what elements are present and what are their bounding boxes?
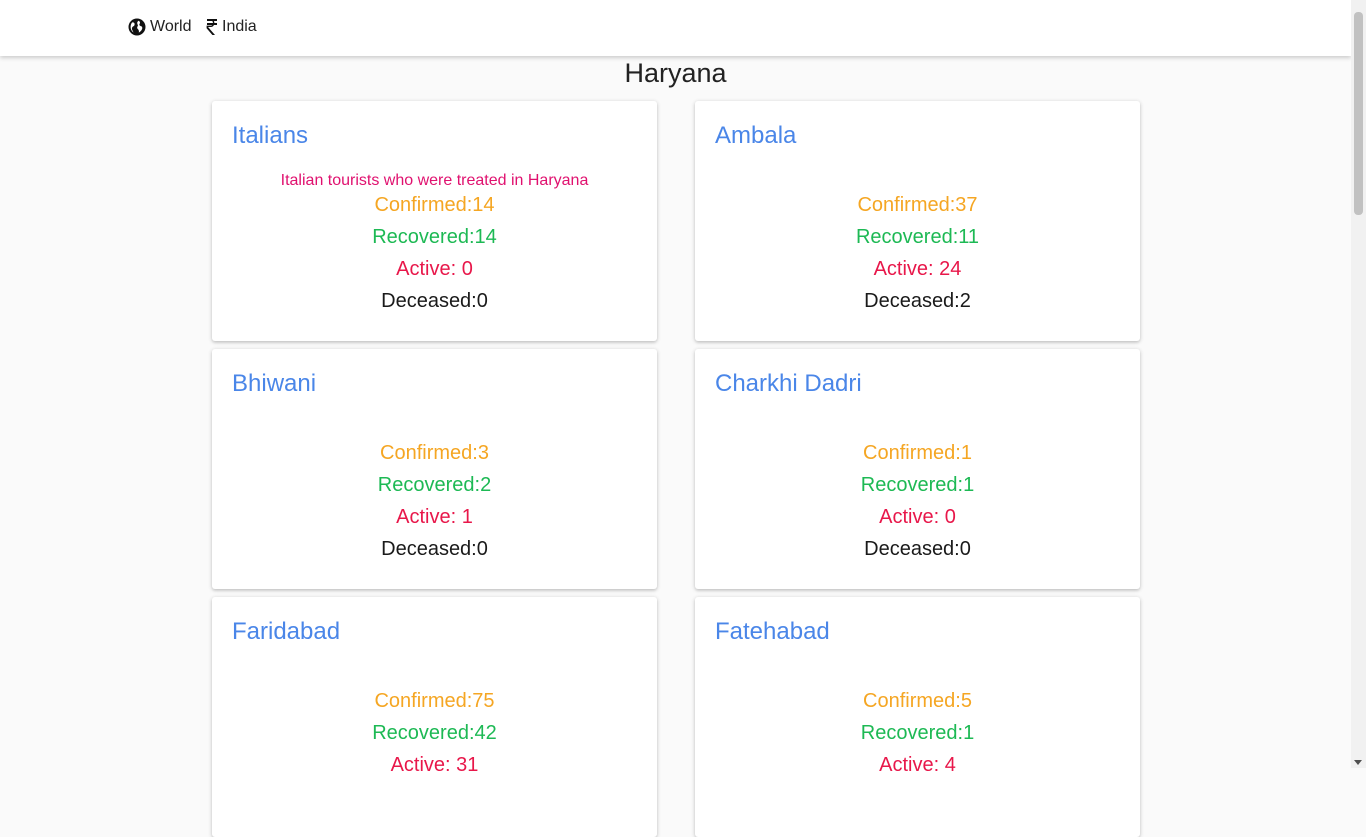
active-count: Active: 0: [396, 258, 473, 280]
nav-india-label: India: [222, 18, 257, 35]
district-card: Ambala Confirmed:37 Recovered:11 Active:…: [695, 101, 1140, 341]
page-title: Haryana: [624, 58, 727, 88]
district-name: Charkhi Dadri: [715, 370, 862, 397]
district-note: Italian tourists who were treated in Har…: [280, 172, 589, 189]
district-card: Italians Italian tourists who were treat…: [212, 101, 657, 341]
scrollbar-thumb[interactable]: [1354, 12, 1363, 215]
scroll-down-arrow-icon[interactable]: [1354, 760, 1362, 765]
deceased-count: Deceased:2: [864, 290, 971, 312]
confirmed-count: Confirmed:14: [374, 194, 495, 216]
confirmed-count: Confirmed:37: [857, 194, 978, 216]
district-card: Faridabad Confirmed:75 Recovered:42 Acti…: [212, 597, 657, 837]
deceased-count: Deceased:0: [381, 290, 488, 312]
active-count: Active: 31: [390, 754, 479, 776]
recovered-count: Recovered:42: [372, 722, 497, 744]
deceased-count: Deceased:0: [864, 538, 971, 560]
district-card: Fatehabad Confirmed:5 Recovered:1 Active…: [695, 597, 1140, 837]
confirmed-count: Confirmed:3: [380, 442, 489, 464]
district-name: Ambala: [715, 122, 797, 149]
confirmed-count: Confirmed:75: [374, 690, 495, 712]
recovered-count: Recovered:2: [377, 474, 492, 496]
globe-icon: [128, 18, 146, 36]
page-scrollbar[interactable]: [1351, 0, 1366, 768]
district-name: Bhiwani: [232, 370, 317, 397]
active-count: Active: 24: [873, 258, 962, 280]
top-navbar: World India: [0, 0, 1351, 56]
active-count: Active: 1: [396, 506, 473, 528]
nav-world-label: World: [150, 18, 192, 35]
recovered-count: Recovered:11: [855, 226, 980, 248]
district-name: Faridabad: [232, 618, 341, 645]
recovered-count: Recovered:1: [860, 474, 975, 496]
district-name: Fatehabad: [715, 618, 830, 645]
district-card: Charkhi Dadri Confirmed:1 Recovered:1 Ac…: [695, 349, 1140, 589]
district-card: Bhiwani Confirmed:3 Recovered:2 Active: …: [212, 349, 657, 589]
recovered-count: Recovered:14: [372, 226, 497, 248]
nav-india-link[interactable]: India: [206, 16, 257, 38]
active-count: Active: 0: [879, 506, 956, 528]
rupee-icon: [206, 18, 218, 36]
deceased-count: Deceased:0: [381, 538, 488, 560]
district-name: Italians: [232, 122, 309, 149]
confirmed-count: Confirmed:5: [863, 690, 972, 712]
confirmed-count: Confirmed:1: [863, 442, 972, 464]
nav-world-link[interactable]: World: [128, 16, 192, 38]
active-count: Active: 4: [879, 754, 956, 776]
recovered-count: Recovered:1: [860, 722, 975, 744]
